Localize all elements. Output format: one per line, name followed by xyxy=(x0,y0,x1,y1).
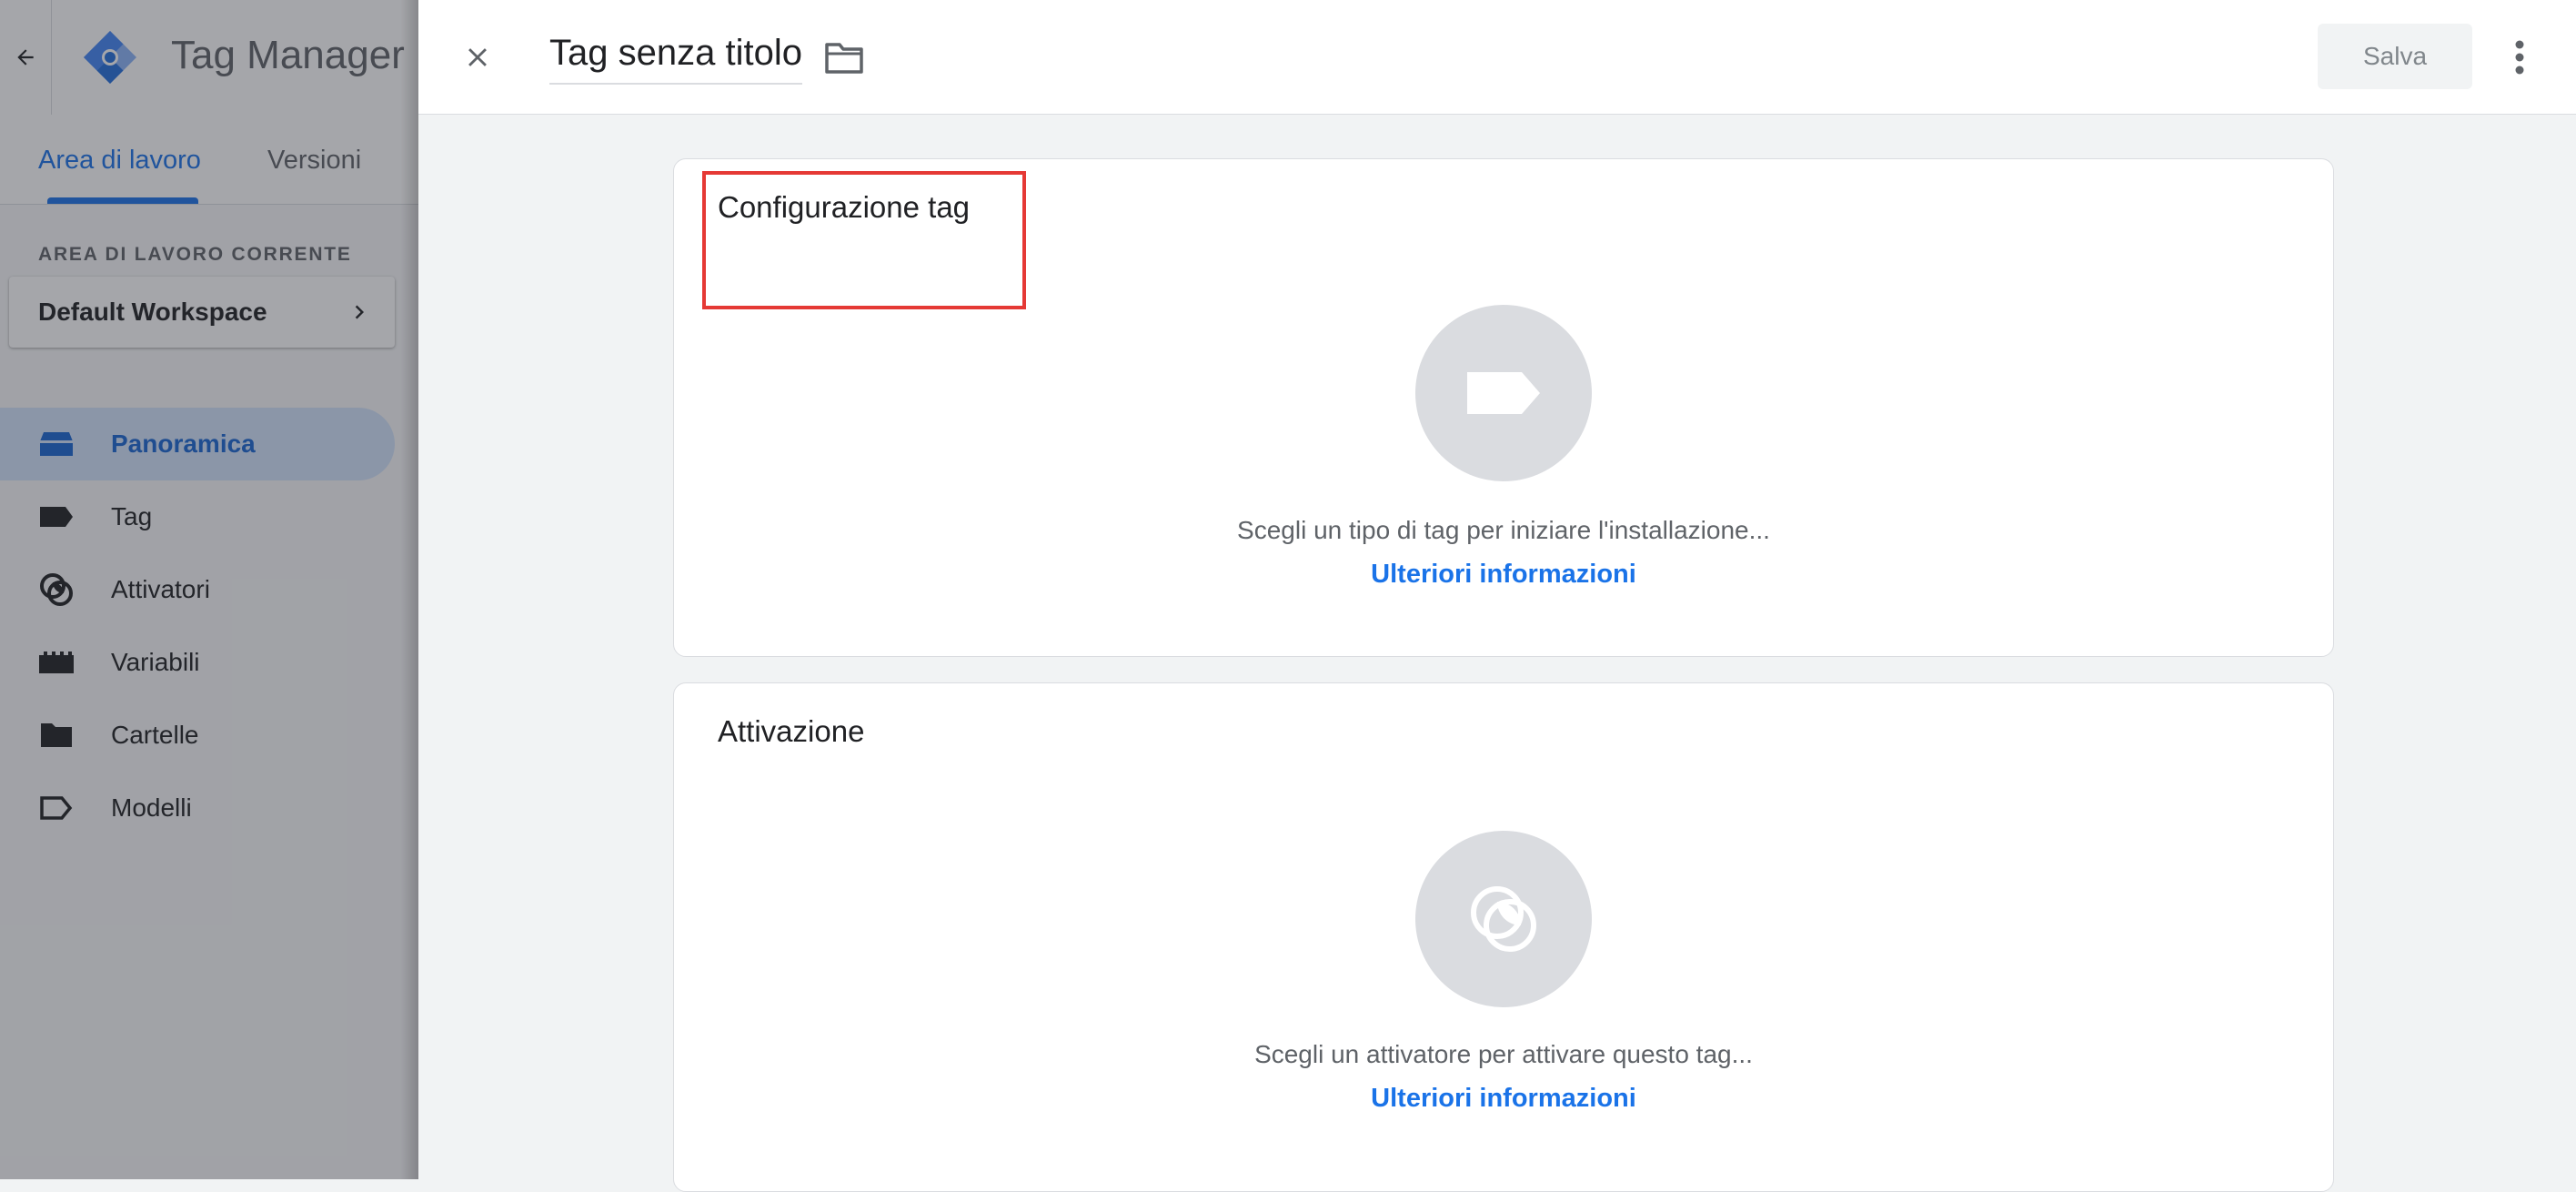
folder-button[interactable] xyxy=(822,36,866,80)
card-title: Attivazione xyxy=(718,714,865,748)
more-options-button[interactable] xyxy=(2501,36,2538,78)
card-description: Scegli un tipo di tag per iniziare l'ins… xyxy=(1237,516,1770,544)
save-button[interactable]: Salva xyxy=(2318,24,2472,89)
highlight-box xyxy=(702,171,1026,309)
more-vert-icon xyxy=(2515,40,2524,75)
panel-shadow xyxy=(400,0,418,1179)
tag-type-placeholder[interactable] xyxy=(1415,305,1592,481)
tag-name-input[interactable]: Tag senza titolo xyxy=(549,33,802,85)
tag-icon xyxy=(1467,372,1540,414)
sidebar-overlay[interactable] xyxy=(0,0,418,1179)
triggering-card[interactable]: Attivazione Scegli un attivatore per att… xyxy=(673,682,2334,1192)
card-description: Scegli un attivatore per attivare questo… xyxy=(1254,1040,1753,1068)
learn-more-link[interactable]: Ulteriori informazioni xyxy=(674,560,2333,590)
close-button[interactable] xyxy=(455,35,500,80)
close-icon xyxy=(468,48,487,66)
folder-outline-icon xyxy=(825,43,863,74)
trigger-placeholder[interactable] xyxy=(1415,831,1592,1007)
learn-more-link[interactable]: Ulteriori informazioni xyxy=(674,1084,2333,1114)
editor-toolbar: Tag senza titolo Salva xyxy=(418,0,2576,115)
trigger-icon xyxy=(1471,886,1536,952)
